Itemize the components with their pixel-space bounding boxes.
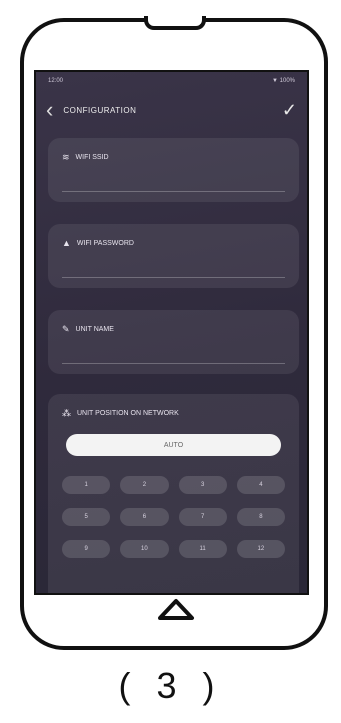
position-key[interactable]: 5 xyxy=(62,508,111,526)
status-time: 12:00 xyxy=(48,78,64,84)
status-right: ▼ 100% xyxy=(272,78,295,84)
field-underline xyxy=(62,191,285,192)
phone-earpiece xyxy=(144,16,206,30)
position-keypad: 1 2 3 4 5 6 7 8 9 10 11 12 xyxy=(62,476,285,558)
position-key[interactable]: 1 xyxy=(62,476,111,494)
figure-caption: ( 3 ) xyxy=(118,665,223,706)
network-icon: ⁂ xyxy=(62,408,71,418)
position-key[interactable]: 9 xyxy=(62,540,111,558)
unit-name-label: UNIT NAME xyxy=(75,326,114,333)
page-title: CONFIGURATION xyxy=(63,105,137,115)
unit-name-field[interactable]: ✎ UNIT NAME xyxy=(48,310,299,374)
confirm-check-icon[interactable]: ✓ xyxy=(282,100,297,121)
auto-button[interactable]: AUTO xyxy=(66,434,281,456)
position-key[interactable]: 6 xyxy=(120,508,169,526)
network-position-card: ⁂ UNIT POSITION ON NETWORK AUTO 1 2 3 4 … xyxy=(48,394,299,593)
position-key[interactable]: 11 xyxy=(178,540,227,558)
position-key[interactable]: 7 xyxy=(178,508,227,526)
lock-icon: ▲ xyxy=(62,238,71,248)
status-bar: 12:00 ▼ 100% xyxy=(36,72,307,90)
field-underline xyxy=(62,277,285,278)
field-underline xyxy=(62,363,285,364)
position-key[interactable]: 10 xyxy=(120,540,169,558)
wifi-password-field[interactable]: ▲ WIFI PASSWORD xyxy=(48,224,299,288)
app-bar: ‹ CONFIGURATION ✓ xyxy=(36,90,307,130)
wifi-icon: ≋ xyxy=(62,152,70,162)
pencil-icon: ✎ xyxy=(62,324,70,334)
position-key[interactable]: 12 xyxy=(236,540,285,558)
wifi-password-label: WIFI PASSWORD xyxy=(76,239,134,247)
phone-screen: 12:00 ▼ 100% ‹ CONFIGURATION ✓ ≋ WIFI SS… xyxy=(34,70,309,595)
wifi-ssid-label: WIFI SSID xyxy=(75,154,109,161)
back-icon[interactable]: ‹ xyxy=(46,99,53,121)
wifi-ssid-field[interactable]: ≋ WIFI SSID xyxy=(48,138,299,202)
position-key[interactable]: 8 xyxy=(236,508,285,526)
home-triangle-icon xyxy=(158,599,194,620)
position-key[interactable]: 3 xyxy=(178,476,227,494)
position-key[interactable]: 2 xyxy=(120,476,169,494)
network-position-label: UNIT POSITION ON NETWORK xyxy=(77,410,179,417)
position-key[interactable]: 4 xyxy=(236,476,285,494)
